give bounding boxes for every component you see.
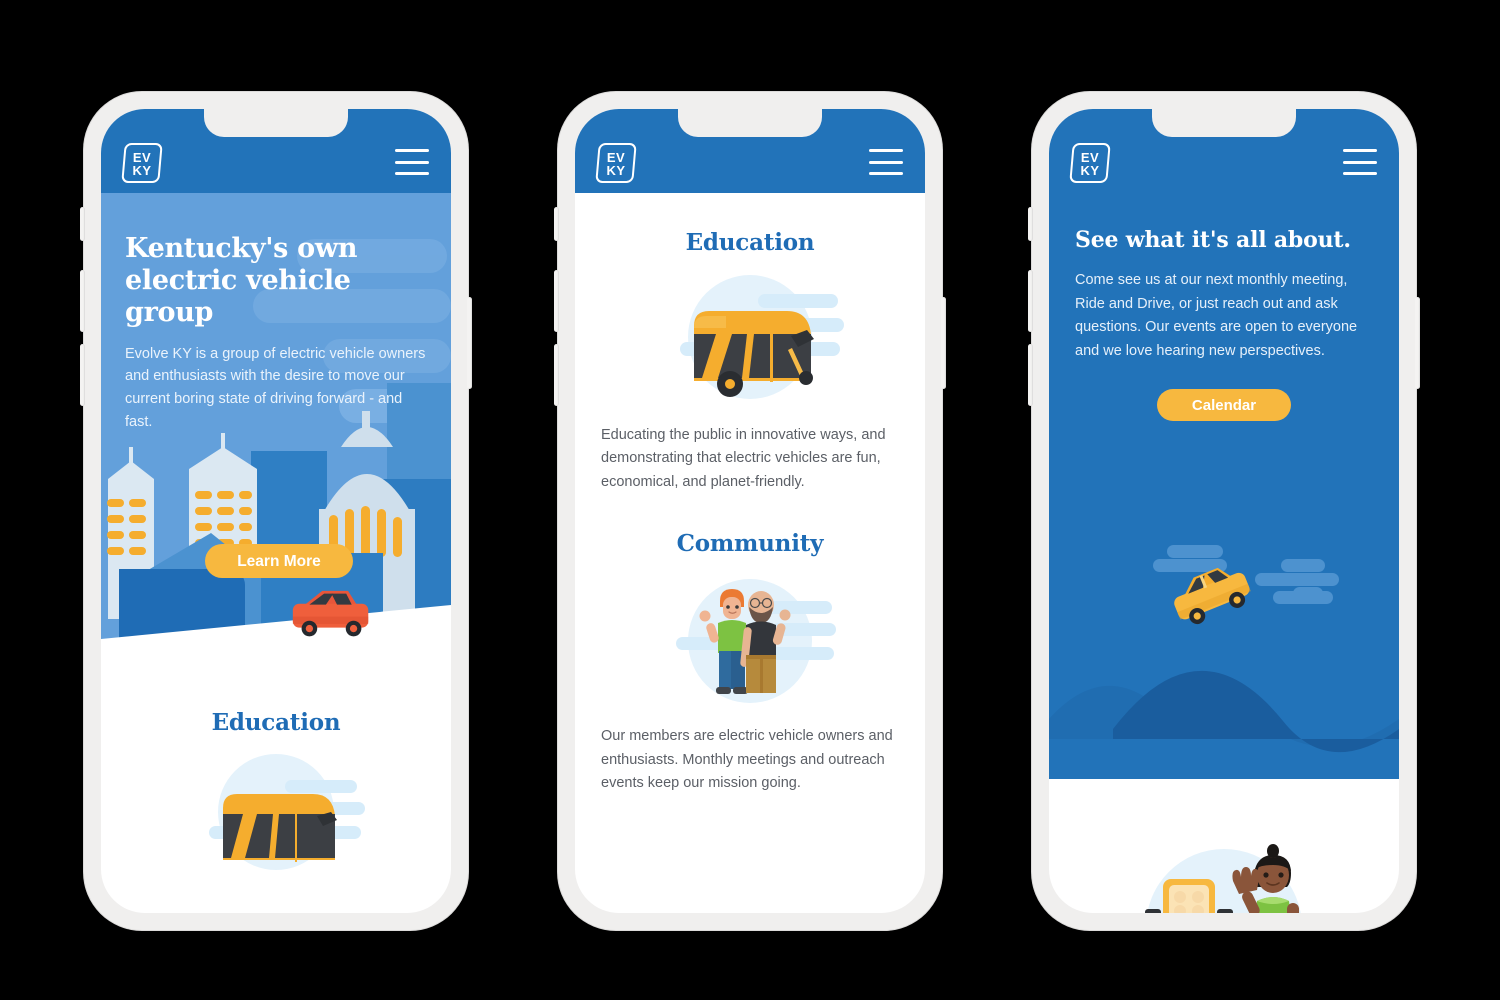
section-title: Education xyxy=(685,229,815,256)
logo-text: EV KY xyxy=(123,143,161,183)
hero-paragraph: Come see us at our next monthly meeting,… xyxy=(1075,272,1358,359)
power-button[interactable] xyxy=(1415,297,1420,389)
phone-screen-home: EV KY Kentucky's own electric vehicle gr… xyxy=(101,109,451,913)
section-education: Education xyxy=(575,193,925,494)
section-charging-station xyxy=(1049,779,1399,913)
logo-line-1: EV xyxy=(606,149,626,165)
evky-logo[interactable]: EV KY xyxy=(121,143,163,183)
screenshot-stage: EV KY Kentucky's own electric vehicle gr… xyxy=(0,0,1500,1000)
mute-switch[interactable] xyxy=(80,207,85,241)
community-members-illustration-icon xyxy=(676,579,836,704)
hamburger-bar-1 xyxy=(395,149,429,152)
power-button[interactable] xyxy=(941,297,946,389)
logo-line-1: EV xyxy=(132,149,152,165)
power-button[interactable] xyxy=(467,297,472,389)
logo-text: EV KY xyxy=(597,143,635,183)
volume-down-button[interactable] xyxy=(1028,344,1033,406)
section-title: Education xyxy=(211,709,341,736)
hero-section: Kentucky's own electric vehicle group Ev… xyxy=(101,193,451,673)
volume-up-button[interactable] xyxy=(1028,270,1033,332)
logo-text: EV KY xyxy=(1071,143,1109,183)
hero-section: See what it's all about. Come see us at … xyxy=(1049,193,1399,779)
hero-heading: See what it's all about. xyxy=(1075,227,1351,253)
section-body: Our members are electric vehicle owners … xyxy=(601,728,893,792)
mute-switch[interactable] xyxy=(554,207,559,241)
hamburger-bar-2 xyxy=(869,160,903,164)
electric-bus-illustration-icon xyxy=(209,754,365,870)
hamburger-menu-icon[interactable] xyxy=(395,149,429,175)
volume-down-button[interactable] xyxy=(554,344,559,406)
hamburger-menu-icon[interactable] xyxy=(1343,149,1377,175)
mute-switch[interactable] xyxy=(1028,207,1033,241)
section-body: Educating the public in innovative ways,… xyxy=(601,427,886,490)
volume-up-button[interactable] xyxy=(80,270,85,332)
screen-notch xyxy=(678,109,822,137)
phone-mockup-events: EV KY See what it's all about. Come see … xyxy=(1028,92,1420,930)
hamburger-bar-2 xyxy=(395,160,429,164)
phone-screen-sections: EV KY Education Educating the public in … xyxy=(575,109,925,913)
hamburger-bar-1 xyxy=(869,149,903,152)
screen-notch xyxy=(1152,109,1296,137)
hamburger-menu-icon[interactable] xyxy=(869,149,903,175)
hamburger-bar-3 xyxy=(869,172,903,175)
hero-heading: Kentucky's own electric vehicle group xyxy=(125,233,358,328)
hamburger-bar-2 xyxy=(1343,160,1377,164)
phone-mockup-home: EV KY Kentucky's own electric vehicle gr… xyxy=(80,92,472,930)
section-title: Community xyxy=(676,530,824,558)
volume-up-button[interactable] xyxy=(554,270,559,332)
hero-paragraph: Evolve KY is a group of electric vehicle… xyxy=(125,345,426,431)
section-community: Community Our members are electric vehic… xyxy=(575,494,925,795)
hamburger-bar-3 xyxy=(1343,172,1377,175)
evky-logo[interactable]: EV KY xyxy=(595,143,637,183)
calendar-button[interactable]: Calendar xyxy=(1157,389,1291,422)
evky-logo[interactable]: EV KY xyxy=(1069,143,1111,183)
volume-down-button[interactable] xyxy=(80,344,85,406)
phone-screen-events: EV KY See what it's all about. Come see … xyxy=(1049,109,1399,913)
logo-line-2: KY xyxy=(606,162,626,178)
car-on-hill-illustration-icon xyxy=(1049,545,1399,753)
electric-bus-illustration-icon xyxy=(680,275,844,399)
ev-charging-station-illustration-icon xyxy=(1145,844,1301,913)
screen-notch xyxy=(204,109,348,137)
logo-line-1: EV xyxy=(1080,149,1100,165)
phone-mockup-sections: EV KY Education Educating the public in … xyxy=(554,92,946,930)
logo-line-2: KY xyxy=(132,162,152,178)
hamburger-bar-1 xyxy=(1343,149,1377,152)
hamburger-bar-3 xyxy=(395,172,429,175)
learn-more-button[interactable]: Learn More xyxy=(205,544,353,578)
logo-line-2: KY xyxy=(1080,162,1100,178)
section-education: Education xyxy=(101,673,451,870)
